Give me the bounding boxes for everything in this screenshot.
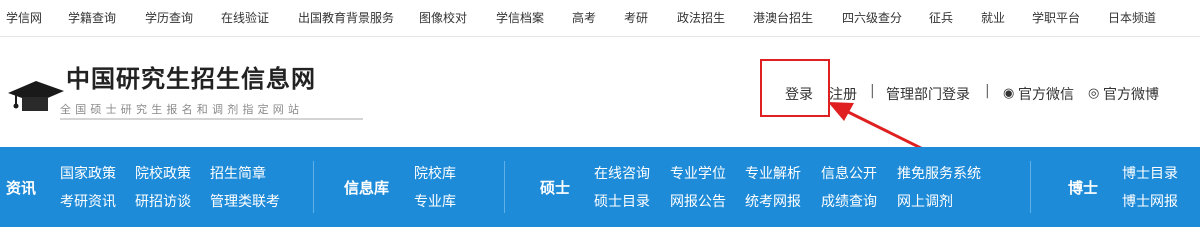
nav-link-major-analysis[interactable]: 专业解析	[745, 163, 801, 183]
weibo-icon: ◎	[1088, 86, 1100, 101]
weibo-link[interactable]: 官方微博	[1103, 84, 1159, 104]
nav-link-kaoyan-news[interactable]: 考研资讯	[60, 191, 116, 211]
top-link-kaoyan[interactable]: 考研	[624, 0, 648, 36]
nav-link-registration-notice[interactable]: 网报公告	[670, 191, 726, 211]
top-link-photo[interactable]: 图像校对	[419, 0, 467, 36]
site-subtitle: 全国硕士研究生报名和调剂指定网站	[60, 103, 304, 116]
top-link-zhengfa[interactable]: 政法招生	[677, 0, 725, 36]
nav-link-info-disclosure[interactable]: 信息公开	[821, 163, 877, 183]
nav-link-master-catalog[interactable]: 硕士目录	[594, 191, 650, 211]
subtitle-underline	[60, 118, 363, 120]
nav-link-exam-registration[interactable]: 统考网报	[745, 191, 801, 211]
nav-link-online-adjust[interactable]: 网上调剂	[897, 191, 953, 211]
nav-category-news[interactable]: 资讯	[6, 177, 36, 198]
top-link-chsi[interactable]: 学信网	[6, 0, 42, 36]
top-link-verify[interactable]: 在线验证	[221, 0, 269, 36]
nav-link-doctor-registration[interactable]: 博士网报	[1122, 191, 1178, 211]
nav-link-brochure[interactable]: 招生简章	[210, 163, 266, 183]
nav-link-score-query[interactable]: 成绩查询	[821, 191, 877, 211]
nav-link-tuimian-system[interactable]: 推免服务系统	[897, 163, 981, 183]
top-link-abroad[interactable]: 出国教育背景服务	[298, 0, 394, 36]
nav-category-doctor[interactable]: 博士	[1068, 177, 1098, 198]
nav-link-management-exam[interactable]: 管理类联考	[210, 191, 280, 211]
nav-category-database[interactable]: 信息库	[344, 177, 389, 198]
top-link-xuezhi[interactable]: 学职平台	[1032, 0, 1080, 36]
top-link-jiuye[interactable]: 就业	[981, 0, 1005, 36]
main-nav: 资讯 国家政策 院校政策 招生简章 考研资讯 研招访谈 管理类联考 信息库 院校…	[0, 147, 1200, 227]
top-link-xueli[interactable]: 学历查询	[145, 0, 193, 36]
nav-category-master[interactable]: 硕士	[540, 177, 570, 198]
top-link-zhengbing[interactable]: 征兵	[929, 0, 953, 36]
nav-link-interviews[interactable]: 研招访谈	[135, 191, 191, 211]
top-link-gangaotai[interactable]: 港澳台招生	[753, 0, 813, 36]
bottom-strip	[0, 227, 1200, 244]
top-link-gaokao[interactable]: 高考	[572, 0, 596, 36]
top-link-archive[interactable]: 学信档案	[496, 0, 544, 36]
top-link-bar: 学信网 学籍查询 学历查询 在线验证 出国教育背景服务 图像校对 学信档案 高考…	[0, 0, 1200, 37]
nav-link-national-policy[interactable]: 国家政策	[60, 163, 116, 183]
graduation-cap-icon[interactable]	[6, 71, 64, 115]
top-link-cet[interactable]: 四六级查分	[842, 0, 902, 36]
nav-link-professional[interactable]: 专业学位	[670, 163, 726, 183]
nav-divider	[1030, 161, 1031, 213]
nav-divider	[313, 161, 314, 213]
nav-link-online-consult[interactable]: 在线咨询	[594, 163, 650, 183]
nav-link-school-db[interactable]: 院校库	[414, 163, 456, 183]
top-link-xueji[interactable]: 学籍查询	[68, 0, 116, 36]
nav-link-school-policy[interactable]: 院校政策	[135, 163, 191, 183]
nav-divider	[504, 161, 505, 213]
site-title[interactable]: 中国研究生招生信息网	[66, 59, 316, 94]
nav-link-doctor-catalog[interactable]: 博士目录	[1122, 163, 1178, 183]
nav-link-major-db[interactable]: 专业库	[414, 191, 456, 211]
site-header: 中国研究生招生信息网 全国硕士研究生报名和调剂指定网站 登录 注册 | 管理部门…	[0, 37, 1200, 199]
top-link-japan[interactable]: 日本频道	[1108, 0, 1156, 36]
